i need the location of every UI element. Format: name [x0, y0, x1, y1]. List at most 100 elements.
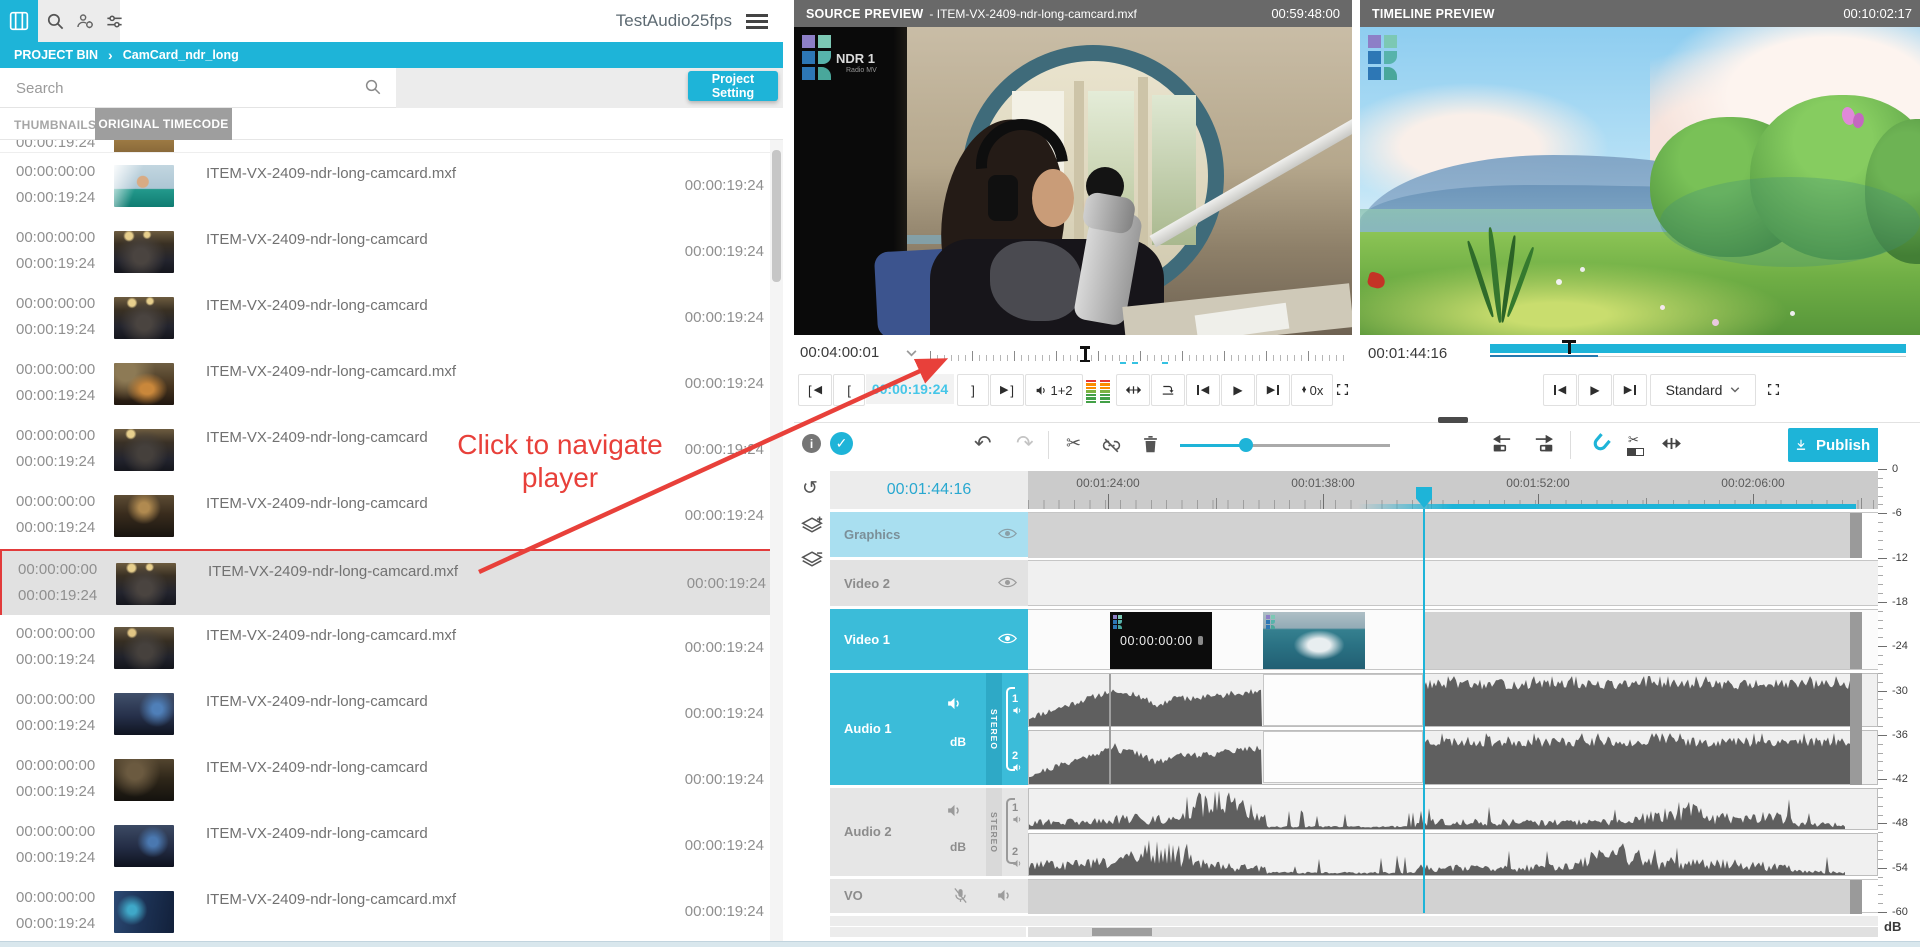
db-mode-label[interactable]: dB — [950, 735, 966, 749]
track-header-video1[interactable]: Video 1 — [830, 609, 1028, 670]
bin-row[interactable]: 00:00:00:00 00:00:19:24 ITEM-VX-2409-ndr… — [0, 681, 770, 748]
project-bin-button[interactable] — [0, 0, 38, 42]
track-header-audio2[interactable]: Audio 2 dB STEREO 1 2 — [830, 788, 1028, 876]
track-mute-speaker-icon[interactable] — [946, 802, 963, 819]
bin-row[interactable]: 00:00:00:00 00:00:19:24 ITEM-VX-2409-ndr… — [0, 615, 770, 682]
ocean-clip[interactable] — [1263, 612, 1365, 669]
tl-play-button[interactable]: ▶ — [1578, 374, 1612, 406]
unlink-button[interactable] — [1102, 436, 1121, 455]
remove-track-button[interactable] — [801, 549, 823, 569]
eye-icon[interactable] — [998, 632, 1017, 645]
timeline-ruler[interactable]: 00:01:24:0000:01:38:0000:01:52:0000:02:0… — [1028, 471, 1878, 509]
add-track-button[interactable] — [801, 515, 823, 535]
extend-left-button[interactable] — [1492, 435, 1512, 453]
eye-icon[interactable] — [998, 576, 1017, 589]
vo-clip-end-cap[interactable] — [1850, 880, 1862, 914]
timeline-hscrollbar-thumb[interactable] — [1092, 928, 1152, 936]
search-input[interactable] — [14, 77, 344, 99]
channel-1-row[interactable]: 1 — [1012, 802, 1028, 816]
bin-row[interactable]: 00:00:00:00 00:00:19:24 ITEM-VX-2409-ndr… — [0, 351, 770, 418]
channel-2-row[interactable]: 2 — [1012, 750, 1028, 764]
goto-in-button[interactable]: [◀ — [798, 374, 832, 406]
razor-all-tracks-button[interactable]: ✂ — [1626, 432, 1646, 458]
trim-mode-button[interactable] — [1116, 374, 1150, 406]
channel-1-row[interactable]: 1 — [1012, 693, 1028, 707]
bin-scrollbar-thumb[interactable] — [772, 150, 781, 282]
extend-right-button[interactable] — [1534, 435, 1554, 453]
cut-button[interactable]: ✂ — [1066, 433, 1081, 454]
filter-settings-button[interactable] — [100, 0, 128, 42]
breadcrumb-current[interactable]: CamCard_ndr_long — [123, 48, 239, 62]
tl-fullscreen-button[interactable] — [1758, 374, 1788, 404]
track-mute-speaker-icon[interactable] — [946, 695, 963, 712]
redo-button[interactable]: ↷ — [1016, 431, 1034, 456]
goto-out-button[interactable]: ▶] — [990, 374, 1024, 406]
bin-row[interactable]: 00:00:00:00 00:00:19:24 ITEM-VX-2409-ndr… — [0, 285, 770, 352]
mark-out-button[interactable]: ] — [957, 374, 989, 406]
channel-2-row[interactable]: 2 — [1012, 846, 1028, 860]
audio-channels-button[interactable]: 1+2 — [1025, 374, 1083, 406]
audio1-silent-clip-ch2[interactable] — [1263, 731, 1423, 783]
hamburger-menu-button[interactable] — [746, 14, 770, 30]
snap-magnet-button[interactable] — [1590, 433, 1611, 454]
graphics-clip[interactable] — [1028, 513, 1850, 558]
timeline-video-frame[interactable] — [1360, 27, 1920, 335]
track-header-vo[interactable]: VO — [830, 879, 1028, 913]
source-timecode-chevron-icon[interactable] — [906, 350, 917, 357]
tab-original-timecode[interactable]: ORIGINAL TIMECODE — [95, 108, 232, 140]
zoom-slider[interactable] — [1180, 439, 1390, 451]
project-setting-button[interactable]: Project Setting — [688, 71, 778, 101]
audio1-clip-end-cap[interactable] — [1850, 673, 1862, 785]
source-fullscreen-button[interactable] — [1334, 374, 1350, 404]
source-scrubber[interactable] — [930, 348, 1346, 364]
track-header-video2[interactable]: Video 2 — [830, 560, 1028, 606]
undo-button[interactable]: ↶ — [974, 431, 992, 456]
bin-row[interactable]: 00:00:00:00 00:00:19:24 ITEM-VX-2409-ndr… — [0, 219, 770, 286]
user-settings-button[interactable] — [70, 0, 100, 42]
insert-edit-button[interactable] — [1151, 374, 1185, 406]
timeline-progress-bar[interactable] — [1490, 344, 1906, 353]
bin-row[interactable]: 00:00:00:00 00:00:19:24 ITEM-VX-2409-ndr… — [0, 549, 770, 619]
quality-dropdown[interactable]: Standard — [1650, 374, 1756, 406]
timeline-hscrollbar[interactable] — [1028, 927, 1878, 937]
ripple-trim-button[interactable] — [1662, 436, 1681, 451]
approve-check-icon[interactable]: ✓ — [830, 432, 853, 455]
bin-row[interactable]: 00:00:00:00 00:00:19:24 ITEM-VX-2409-ndr… — [0, 879, 770, 941]
timeline-progress-marker[interactable] — [1562, 340, 1576, 354]
graphics-clip-end-cap[interactable] — [1850, 513, 1862, 558]
panel-divider[interactable] — [794, 422, 1920, 423]
timeline-playhead-line[interactable] — [1423, 509, 1425, 913]
play-button[interactable]: ▶ — [1221, 374, 1255, 406]
audio1-silent-clip-ch1[interactable] — [1263, 674, 1423, 726]
vo-clip[interactable] — [1028, 880, 1850, 914]
mark-in-button[interactable]: [ — [833, 374, 865, 406]
zoom-slider-handle[interactable] — [1239, 438, 1253, 452]
search-box-magnifier-icon[interactable] — [364, 78, 382, 96]
source-video-frame[interactable]: NDR 1 Radio MV — [794, 27, 1352, 335]
slate-clip[interactable]: 00:00:00:00 — [1110, 612, 1212, 669]
track-header-audio1[interactable]: Audio 1 dB STEREO 1 2 — [830, 673, 1028, 785]
track-header-graphics[interactable]: Graphics — [830, 512, 1028, 557]
bin-scrollbar[interactable] — [770, 140, 783, 941]
scrubber-playhead[interactable] — [1080, 346, 1090, 364]
tab-thumbnails[interactable]: THUMBNAILS — [14, 118, 96, 132]
db-mode-label[interactable]: dB — [950, 840, 966, 854]
bin-row-partial[interactable]: 00:00:19:24 — [0, 140, 770, 153]
next-frame-button[interactable]: ▶ — [1256, 374, 1290, 406]
bin-row[interactable]: 00:00:00:00 00:00:19:24 ITEM-VX-2409-ndr… — [0, 153, 770, 220]
search-tool-button[interactable] — [40, 0, 70, 42]
bin-row[interactable]: 00:00:00:00 00:00:19:24 ITEM-VX-2409-ndr… — [0, 813, 770, 880]
tl-prev-frame-button[interactable]: ◀ — [1543, 374, 1577, 406]
eye-icon[interactable] — [998, 527, 1017, 540]
video1-clip[interactable] — [1424, 612, 1850, 669]
breadcrumb-root[interactable]: PROJECT BIN — [14, 48, 98, 62]
info-icon[interactable]: i — [802, 434, 821, 453]
track-mute-speaker-icon[interactable] — [996, 887, 1013, 904]
delete-button[interactable] — [1142, 435, 1159, 454]
divider-drag-handle[interactable] — [1438, 417, 1468, 423]
tl-next-frame-button[interactable]: ▶ — [1613, 374, 1647, 406]
mic-off-icon[interactable] — [952, 887, 969, 904]
playback-speed-button[interactable]: ▲▼ 0x — [1291, 374, 1333, 406]
video1-clip-end-cap[interactable] — [1850, 612, 1862, 669]
bin-row[interactable]: 00:00:00:00 00:00:19:24 ITEM-VX-2409-ndr… — [0, 747, 770, 814]
